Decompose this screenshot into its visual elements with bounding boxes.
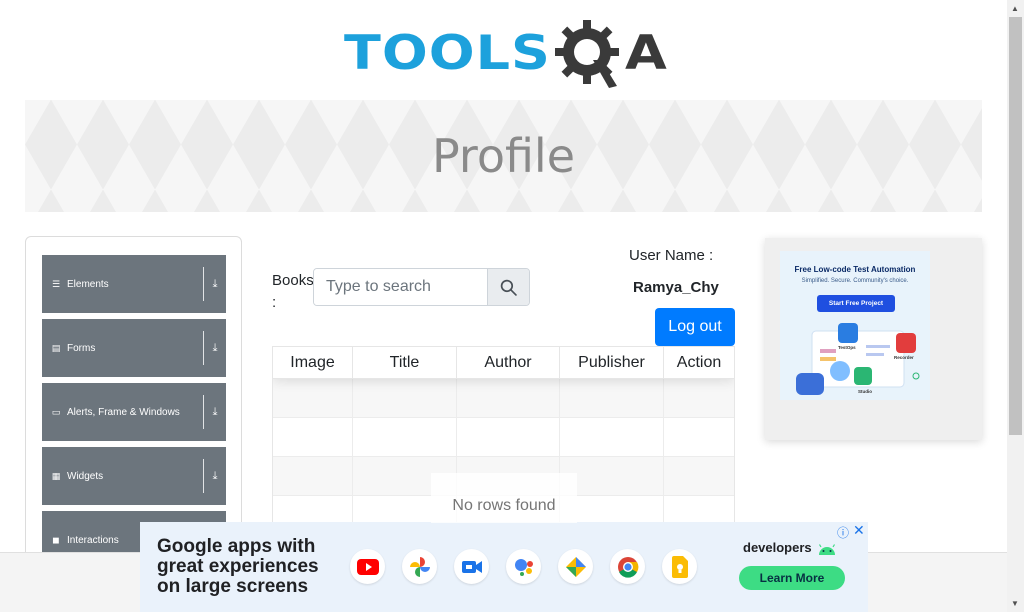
sidebar-group-widgets[interactable]: ▦ Widgets ⤓ — [42, 447, 226, 505]
logo-text-a: A — [624, 24, 667, 81]
logout-button[interactable]: Log out — [655, 308, 735, 346]
brand-text: developers — [743, 540, 812, 555]
android-icon — [819, 543, 836, 555]
search-input[interactable] — [314, 269, 487, 305]
bottom-advertisement[interactable]: Google apps with great experiences on la… — [140, 522, 868, 612]
sidebar-group-forms[interactable]: ▤ Forms ⤓ — [42, 319, 226, 377]
scrollbar[interactable]: ▲ ▼ — [1007, 0, 1024, 612]
sidebar-group-alerts[interactable]: ▭ Alerts, Frame & Windows ⤓ — [42, 383, 226, 441]
ad-subtitle: Simplified. Secure. Community's choice. — [801, 278, 909, 284]
column-header-publisher[interactable]: Publisher — [560, 347, 664, 378]
column-header-action[interactable]: Action — [664, 347, 734, 378]
side-advertisement[interactable]: Free Low-code Test Automation Simplified… — [765, 238, 982, 440]
divider — [203, 267, 204, 301]
sidebar-group-label: Widgets — [67, 470, 104, 482]
sidebar-group-label: Elements — [67, 278, 109, 290]
username-value: Ramya_Chy — [633, 279, 719, 296]
logo-qa: A — [554, 16, 667, 90]
ad-label-testops: TestOps — [838, 345, 856, 350]
google-photos-icon — [402, 549, 437, 584]
ad-label-studio: Studio — [858, 389, 872, 394]
download-arrow-icon: ⤓ — [212, 341, 218, 354]
divider — [203, 331, 204, 365]
developers-brand: developers — [743, 540, 837, 555]
download-arrow-icon: ⤓ — [212, 469, 218, 482]
toolsqa-logo[interactable]: TOOLS A — [344, 16, 667, 90]
ad-close-icon[interactable]: ✕ — [853, 522, 865, 539]
ad-headline: Google apps with great experiences on la… — [157, 536, 319, 597]
google-assistant-icon — [506, 549, 541, 584]
divider — [203, 459, 204, 493]
window-icon: ▭ — [51, 406, 61, 417]
ad-creative[interactable]: Free Low-code Test Automation Simplified… — [780, 251, 930, 400]
books-label: Books : — [272, 272, 314, 311]
column-header-author[interactable]: Author — [457, 347, 560, 378]
column-header-image[interactable]: Image — [273, 347, 353, 378]
learn-more-button[interactable]: Learn More — [739, 566, 845, 590]
google-maps-icon — [558, 549, 593, 584]
search-icon — [500, 279, 517, 296]
books-table: Image Title Author Publisher Action No r… — [272, 346, 735, 546]
grid-icon: ▦ — [51, 470, 61, 481]
search-button[interactable] — [487, 269, 529, 305]
page: TOOLS A Profile ☰ Elements ⤓ ▤ Forms ⤓ ▭… — [0, 0, 1024, 612]
app-icon-row — [350, 549, 714, 584]
document-icon: ▤ — [51, 342, 61, 353]
table-header: Image Title Author Publisher Action — [273, 347, 734, 379]
scroll-up-arrow-icon[interactable]: ▲ — [1011, 4, 1019, 13]
google-meet-icon — [454, 549, 489, 584]
username-label: User Name : — [629, 247, 714, 264]
ad-title: Free Low-code Test Automation — [794, 265, 916, 274]
divider — [203, 395, 204, 429]
square-icon: ◼ — [52, 534, 60, 545]
ad-start-button[interactable]: Start Free Project — [817, 295, 895, 312]
logo-text-tools: TOOLS — [344, 24, 551, 81]
hamburger-icon: ☰ — [51, 278, 61, 289]
table-row — [273, 379, 734, 418]
download-arrow-icon: ⤓ — [212, 277, 218, 290]
sidebar: ☰ Elements ⤓ ▤ Forms ⤓ ▭ Alerts, Frame &… — [25, 236, 242, 566]
download-arrow-icon: ⤓ — [212, 405, 218, 418]
youtube-icon — [350, 549, 385, 584]
sidebar-group-label: Forms — [67, 342, 96, 354]
ad-info-icon[interactable]: ⓘ — [837, 524, 849, 541]
chrome-icon — [610, 549, 645, 584]
scrollbar-thumb[interactable] — [1009, 17, 1022, 435]
column-header-title[interactable]: Title — [353, 347, 457, 378]
table-row — [273, 418, 734, 457]
search-box — [313, 268, 530, 306]
page-banner: Profile — [25, 100, 982, 212]
no-rows-message: No rows found — [431, 473, 577, 523]
scroll-down-arrow-icon[interactable]: ▼ — [1011, 599, 1019, 608]
gear-q-icon — [554, 20, 619, 88]
sidebar-group-label: Alerts, Frame & Windows — [67, 406, 180, 418]
sidebar-group-elements[interactable]: ☰ Elements ⤓ — [42, 255, 226, 313]
page-title: Profile — [431, 129, 576, 183]
ad-label-recorder: Recorder — [894, 355, 914, 360]
google-keep-icon — [662, 549, 697, 584]
